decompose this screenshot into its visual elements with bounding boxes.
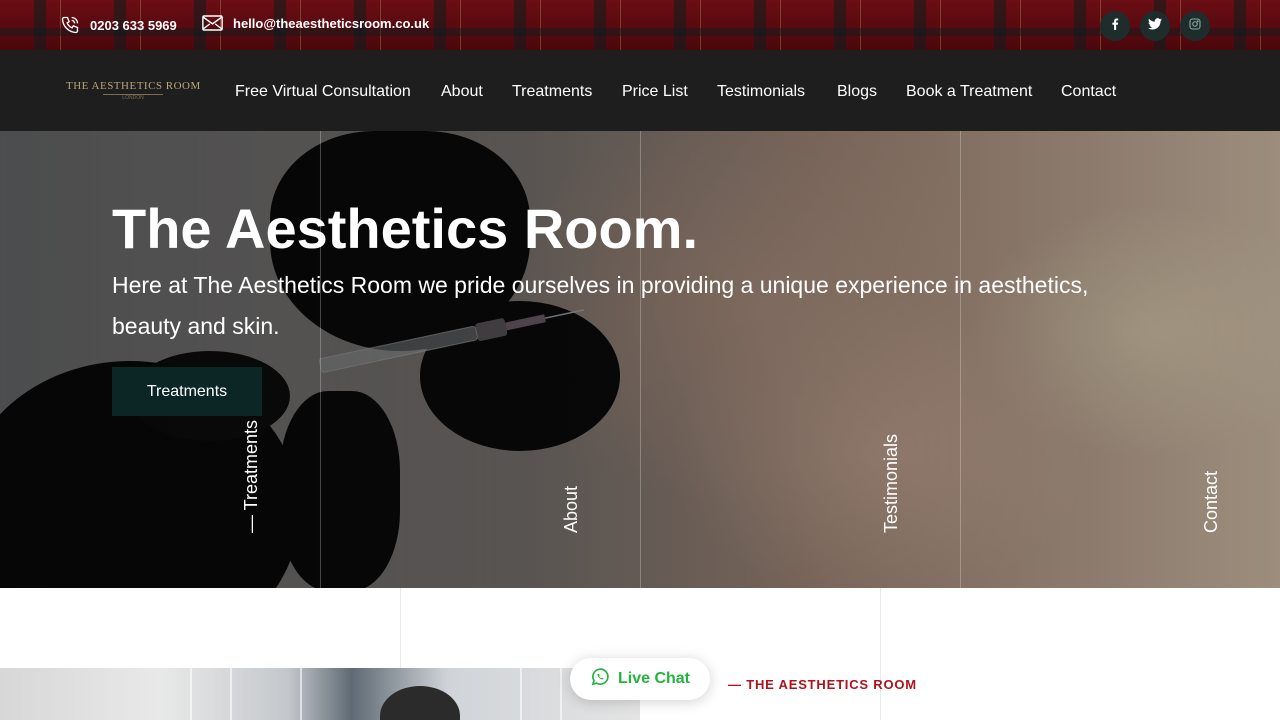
phone-number: 0203 633 5969 bbox=[90, 17, 177, 33]
instagram-icon bbox=[1189, 17, 1201, 35]
nav-item-free-virtual-consultation[interactable]: Free Virtual Consultation bbox=[235, 83, 411, 101]
live-chat-label: Live Chat bbox=[617, 670, 690, 687]
hero-subtitle: Here at The Aesthetics Room we pride our… bbox=[112, 272, 1089, 339]
instagram-button[interactable] bbox=[1180, 11, 1210, 41]
envelope-icon bbox=[202, 15, 223, 31]
hero-banner: The Aesthetics Room. Here at The Aesthet… bbox=[0, 131, 1280, 588]
facebook-button[interactable] bbox=[1100, 11, 1130, 41]
nav-item-treatments[interactable]: Treatments bbox=[512, 83, 592, 101]
nav-item-price-list[interactable]: Price List bbox=[622, 83, 688, 101]
nav-item-book-a-treatment[interactable]: Book a Treatment bbox=[906, 83, 1032, 101]
section-eyebrow: — THE AESTHETICS ROOM bbox=[728, 677, 917, 692]
vertical-link-testimonials[interactable]: Testimonials bbox=[881, 434, 902, 533]
about-photo bbox=[0, 668, 640, 720]
live-chat-button[interactable]: Live Chat bbox=[570, 658, 710, 700]
phone-icon bbox=[60, 15, 80, 35]
twitter-button[interactable] bbox=[1140, 11, 1170, 41]
phone-link[interactable]: 0203 633 5969 bbox=[60, 15, 177, 35]
main-navbar: THE AESTHETICS ROOM LONDON Free Virtual … bbox=[0, 50, 1280, 131]
section-grid-line bbox=[880, 588, 881, 720]
nav-item-testimonials[interactable]: Testimonials bbox=[717, 83, 805, 101]
whatsapp-icon bbox=[590, 667, 610, 692]
hero-title: The Aesthetics Room. bbox=[112, 197, 699, 260]
nav-item-about[interactable]: About bbox=[441, 83, 483, 101]
site-logo[interactable]: THE AESTHETICS ROOM LONDON bbox=[66, 80, 200, 108]
facebook-icon bbox=[1110, 17, 1120, 35]
twitter-icon bbox=[1148, 17, 1162, 35]
vertical-link-treatments[interactable]: — Treatments bbox=[241, 420, 262, 533]
email-address: hello@theaestheticsroom.co.uk bbox=[233, 15, 430, 31]
vertical-link-about[interactable]: About bbox=[561, 486, 582, 533]
logo-subtext: LONDON bbox=[103, 94, 163, 101]
logo-text: THE AESTHETICS ROOM bbox=[66, 80, 201, 92]
treatments-button[interactable]: Treatments bbox=[112, 367, 262, 416]
nav-item-blogs[interactable]: Blogs bbox=[837, 83, 877, 101]
top-contact-bar: 0203 633 5969 hello@theaestheticsroom.co… bbox=[0, 0, 1280, 50]
vertical-link-contact[interactable]: Contact bbox=[1201, 471, 1222, 533]
email-link[interactable]: hello@theaestheticsroom.co.uk bbox=[202, 15, 429, 31]
hero-column-divider bbox=[960, 131, 961, 588]
nav-item-contact[interactable]: Contact bbox=[1061, 83, 1116, 101]
